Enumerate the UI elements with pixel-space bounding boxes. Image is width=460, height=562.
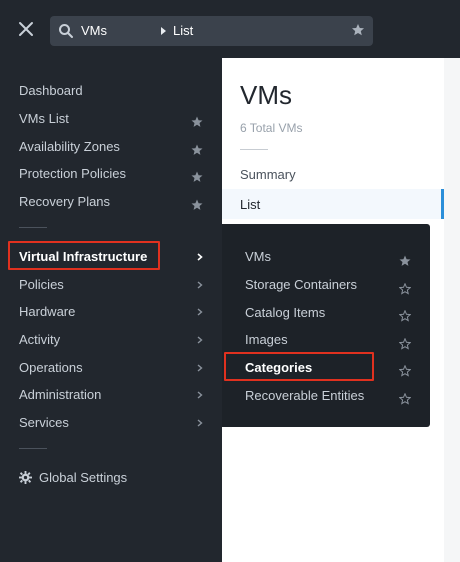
star-icon[interactable]	[191, 199, 203, 211]
nav-item-protection-policies[interactable]: Protection Policies	[19, 165, 126, 183]
flyout-item-recoverable-entities[interactable]: Recoverable Entities	[245, 387, 364, 405]
vm-count: 6 Total VMs	[240, 121, 303, 135]
breadcrumb-separator-icon	[161, 27, 166, 35]
star-outline-icon[interactable]	[399, 365, 411, 377]
flyout-item-storage-containers[interactable]: Storage Containers	[245, 276, 357, 294]
search-bar[interactable]: VMs List	[50, 16, 373, 46]
flyout-item-images[interactable]: Images	[245, 331, 288, 349]
breadcrumb-list[interactable]: List	[173, 23, 193, 39]
chevron-right-icon	[197, 253, 203, 261]
breadcrumb-vms[interactable]: VMs	[81, 23, 107, 39]
star-outline-icon[interactable]	[399, 310, 411, 322]
nav-divider	[19, 448, 47, 449]
star-outline-icon[interactable]	[399, 393, 411, 405]
star-icon[interactable]	[399, 255, 411, 267]
page-title: VMs	[240, 80, 292, 110]
star-outline-icon[interactable]	[399, 338, 411, 350]
tab-summary[interactable]: Summary	[240, 166, 296, 184]
nav-item-recovery-plans[interactable]: Recovery Plans	[19, 193, 110, 211]
flyout-item-categories[interactable]: Categories	[245, 359, 312, 377]
chevron-right-icon	[197, 336, 203, 344]
scrollbar[interactable]	[444, 58, 460, 562]
star-icon[interactable]	[351, 23, 365, 37]
chevron-right-icon	[197, 281, 203, 289]
tab-list[interactable]: List	[240, 196, 260, 214]
nav-item-availability-zones[interactable]: Availability Zones	[19, 138, 120, 156]
global-settings-label: Global Settings	[39, 470, 128, 485]
flyout-item-catalog-items[interactable]: Catalog Items	[245, 304, 325, 322]
star-outline-icon[interactable]	[399, 283, 411, 295]
search-icon	[59, 24, 73, 38]
nav-item-virtual-infrastructure[interactable]: Virtual Infrastructure	[19, 248, 147, 266]
chevron-right-icon	[197, 364, 203, 372]
nav-item-policies[interactable]: Policies	[19, 276, 64, 294]
star-icon[interactable]	[191, 171, 203, 183]
chevron-right-icon	[197, 391, 203, 399]
nav-item-operations[interactable]: Operations	[19, 359, 83, 377]
flyout-item-vms[interactable]: VMs	[245, 248, 271, 266]
nav-divider	[19, 227, 47, 228]
star-icon[interactable]	[191, 144, 203, 156]
nav-item-vms-list[interactable]: VMs List	[19, 110, 69, 128]
gear-icon	[19, 471, 32, 484]
nav-item-activity[interactable]: Activity	[19, 331, 60, 349]
chevron-right-icon	[197, 419, 203, 427]
title-divider	[240, 149, 268, 150]
star-icon[interactable]	[191, 116, 203, 128]
nav-item-administration[interactable]: Administration	[19, 386, 101, 404]
top-bar: VMs List	[0, 0, 460, 58]
nav-item-services[interactable]: Services	[19, 414, 69, 432]
nav-item-hardware[interactable]: Hardware	[19, 303, 75, 321]
nav-item-dashboard[interactable]: Dashboard	[19, 82, 83, 100]
virtual-infrastructure-flyout: VMs Storage Containers Catalog Items Ima…	[222, 224, 430, 427]
chevron-right-icon	[197, 308, 203, 316]
close-icon[interactable]	[17, 20, 35, 38]
